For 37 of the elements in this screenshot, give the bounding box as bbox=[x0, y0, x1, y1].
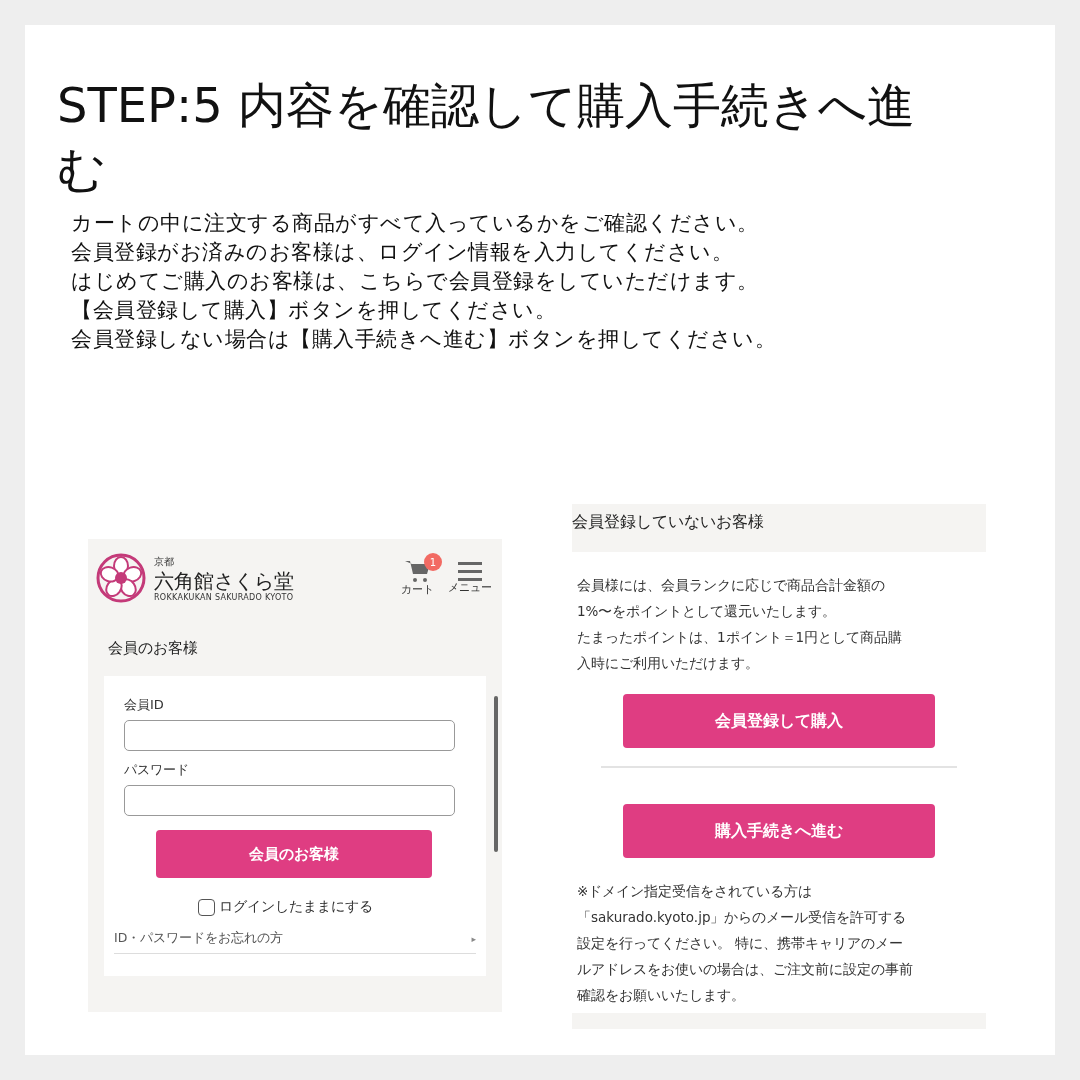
notice-text: 設定を行ってください。 特に、携帯キャリアのメー bbox=[577, 934, 905, 953]
checkbox[interactable] bbox=[198, 898, 215, 916]
checkout-button[interactable]: 購入手続きへ進む bbox=[623, 804, 935, 858]
link-text: ID・パスワードをお忘れの方 bbox=[114, 930, 284, 947]
logo-text: 京都 bbox=[154, 554, 175, 569]
instruction-text: 会員登録しない場合は【購入手続きへ進む】ボタンを押してください。 bbox=[71, 326, 777, 353]
notice-text: 「sakurado.kyoto.jp」からのメール受信を許可する bbox=[577, 908, 908, 927]
forgot-password-link[interactable]: ID・パスワードをお忘れの方 ▸ bbox=[114, 930, 476, 954]
input-field[interactable] bbox=[124, 720, 455, 751]
sakura-logo-icon bbox=[96, 553, 146, 603]
menu-icon[interactable] bbox=[458, 561, 482, 581]
notice-text: ※ドメイン指定受信をされている方は bbox=[577, 882, 814, 901]
info-text: 1%〜をポイントとして還元いたします。 bbox=[577, 602, 838, 621]
section-heading: 会員のお客様 bbox=[108, 639, 199, 658]
instruction-text: 会員登録がお済みのお客様は、ログイン情報を入力してください。 bbox=[71, 239, 734, 266]
step-title: STEP:5 内容を確認して購入手続きへ進む bbox=[57, 76, 917, 199]
info-text: 会員様には、会員ランクに応じで商品合計金額の bbox=[577, 576, 886, 595]
info-text: 入時にご利用いただけます。 bbox=[577, 654, 760, 673]
field-label: パスワード bbox=[124, 761, 189, 779]
checkbox-label: ログインしたままにする bbox=[219, 898, 373, 916]
instruction-text: 【会員登録して購入】ボタンを押してください。 bbox=[71, 297, 557, 324]
login-button[interactable]: 会員のお客様 bbox=[156, 830, 432, 878]
menu-label: メニュー bbox=[448, 581, 492, 595]
logo-text: 六角館さくら堂 bbox=[154, 568, 295, 593]
register-button[interactable]: 会員登録して購入 bbox=[623, 694, 935, 748]
field-label: 会員ID bbox=[124, 696, 164, 714]
input-field[interactable] bbox=[124, 785, 455, 816]
logo-text: ROKKAKUKAN SAKURADO KYOTO bbox=[154, 592, 295, 602]
instruction-text: はじめてご購入のお客様は、こちらで会員登録をしていただけます。 bbox=[71, 268, 760, 295]
cart-count-badge: 1 bbox=[424, 553, 442, 571]
section-heading: 会員登録していないお客様 bbox=[572, 504, 986, 552]
arrow-text: ▸ bbox=[471, 933, 476, 944]
notice-text: 確認をお願いいたします。 bbox=[577, 986, 746, 1005]
notice-text: ルアドレスをお使いの場合は、ご注文前に設定の事前 bbox=[577, 960, 914, 979]
info-text: たまったポイントは、1ポイント＝1円として商品購 bbox=[577, 628, 904, 647]
cart-label: カート bbox=[401, 583, 434, 597]
instruction-text: カートの中に注文する商品がすべて入っているかをご確認ください。 bbox=[71, 210, 760, 237]
